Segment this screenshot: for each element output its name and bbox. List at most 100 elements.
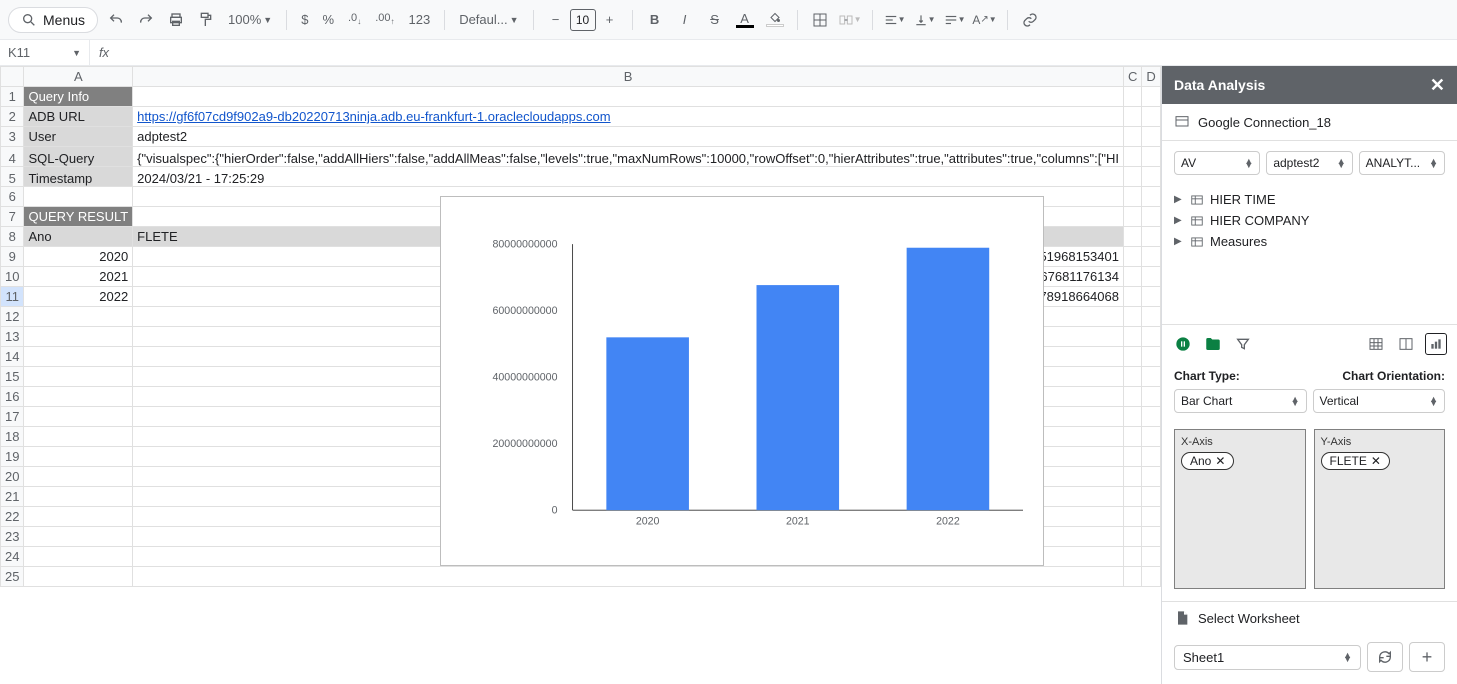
row-header-7[interactable]: 7 <box>1 207 24 227</box>
cell-E6[interactable] <box>1160 187 1161 207</box>
cell-A3[interactable]: User <box>24 127 133 147</box>
tree-item[interactable]: ▶Measures <box>1174 231 1445 252</box>
text-wrap-button[interactable]: ▼ <box>943 8 967 32</box>
cell-A2[interactable]: ADB URL <box>24 107 133 127</box>
cell-A19[interactable] <box>24 447 133 467</box>
x-axis-chip[interactable]: Ano✕ <box>1181 452 1234 470</box>
cell-E7[interactable] <box>1160 207 1161 227</box>
cell-A13[interactable] <box>24 327 133 347</box>
tree-item[interactable]: ▶HIER TIME <box>1174 189 1445 210</box>
cell-E15[interactable] <box>1160 367 1161 387</box>
name-box[interactable]: K11▼ <box>0 40 90 65</box>
redo-button[interactable] <box>134 8 158 32</box>
row-header-3[interactable]: 3 <box>1 127 24 147</box>
cell-E21[interactable] <box>1160 487 1161 507</box>
row-header-5[interactable]: 5 <box>1 167 24 187</box>
cell-C3[interactable] <box>1123 127 1141 147</box>
adb-url-link[interactable]: https://gf6f07cd9f902a9-db20220713ninja.… <box>137 109 610 124</box>
cell-C21[interactable] <box>1123 487 1141 507</box>
merge-cells-button[interactable]: ▼ <box>838 8 862 32</box>
row-header-17[interactable]: 17 <box>1 407 24 427</box>
y-axis-dropzone[interactable]: Y-Axis FLETE✕ <box>1314 429 1446 589</box>
cell-D6[interactable] <box>1142 187 1160 207</box>
chart-view-icon[interactable] <box>1425 333 1447 355</box>
cell-D23[interactable] <box>1142 527 1160 547</box>
font-size-decrease[interactable]: − <box>544 8 568 32</box>
spreadsheet-grid[interactable]: ABCDEFGHIJK1Query Info2ADB URLhttps://gf… <box>0 66 1161 684</box>
cell-C18[interactable] <box>1123 427 1141 447</box>
font-family-dropdown[interactable]: Defaul... ▼ <box>455 12 522 27</box>
cell-C1[interactable] <box>1123 87 1141 107</box>
cell-C14[interactable] <box>1123 347 1141 367</box>
cell-D20[interactable] <box>1142 467 1160 487</box>
cell-A16[interactable] <box>24 387 133 407</box>
row-header-21[interactable]: 21 <box>1 487 24 507</box>
row-header-16[interactable]: 16 <box>1 387 24 407</box>
col-header-C[interactable]: C <box>1123 67 1141 87</box>
cell-C24[interactable] <box>1123 547 1141 567</box>
cell-C25[interactable] <box>1123 567 1141 587</box>
cell-C15[interactable] <box>1123 367 1141 387</box>
italic-button[interactable]: I <box>673 8 697 32</box>
cell-D1[interactable] <box>1142 87 1160 107</box>
row-header-23[interactable]: 23 <box>1 527 24 547</box>
menus-search[interactable]: Menus <box>8 7 98 33</box>
text-rotation-button[interactable]: A↗ ▼ <box>973 8 997 32</box>
cell-C16[interactable] <box>1123 387 1141 407</box>
row-header-12[interactable]: 12 <box>1 307 24 327</box>
cell-D16[interactable] <box>1142 387 1160 407</box>
cell-E2[interactable] <box>1160 107 1161 127</box>
paint-format-button[interactable] <box>194 8 218 32</box>
cell-E18[interactable] <box>1160 427 1161 447</box>
currency-format-button[interactable]: $ <box>297 12 312 27</box>
cell-C17[interactable] <box>1123 407 1141 427</box>
cell-E16[interactable] <box>1160 387 1161 407</box>
cell-E14[interactable] <box>1160 347 1161 367</box>
cell-A20[interactable] <box>24 467 133 487</box>
connection-row[interactable]: Google Connection_18 <box>1162 104 1457 141</box>
cell-E19[interactable] <box>1160 447 1161 467</box>
cell-E24[interactable] <box>1160 547 1161 567</box>
col-header-B[interactable]: B <box>133 67 1124 87</box>
cell-D13[interactable] <box>1142 327 1160 347</box>
cell-E3[interactable] <box>1160 127 1161 147</box>
cell-B3[interactable]: adptest2 <box>133 127 1124 147</box>
cell-A8[interactable]: Ano <box>24 227 133 247</box>
cell-A22[interactable] <box>24 507 133 527</box>
font-size-increase[interactable]: + <box>598 8 622 32</box>
pause-icon[interactable] <box>1172 333 1194 355</box>
cell-D10[interactable] <box>1142 267 1160 287</box>
cell-A23[interactable] <box>24 527 133 547</box>
col-header-A[interactable]: A <box>24 67 133 87</box>
av-select[interactable]: AV▲▼ <box>1174 151 1260 175</box>
undo-button[interactable] <box>104 8 128 32</box>
cell-D12[interactable] <box>1142 307 1160 327</box>
filter-icon[interactable] <box>1232 333 1254 355</box>
remove-chip-icon[interactable]: ✕ <box>1371 454 1381 468</box>
row-header-20[interactable]: 20 <box>1 467 24 487</box>
cell-C11[interactable] <box>1123 287 1141 307</box>
tree-item[interactable]: ▶HIER COMPANY <box>1174 210 1445 231</box>
embedded-chart[interactable]: 0200000000004000000000060000000000800000… <box>440 196 1044 566</box>
pivot-view-icon[interactable] <box>1395 333 1417 355</box>
cell-A5[interactable]: Timestamp <box>24 167 133 187</box>
cell-D18[interactable] <box>1142 427 1160 447</box>
strikethrough-button[interactable]: S <box>703 8 727 32</box>
cell-A15[interactable] <box>24 367 133 387</box>
cell-C4[interactable] <box>1123 147 1141 167</box>
row-header-2[interactable]: 2 <box>1 107 24 127</box>
add-button[interactable]: + <box>1409 642 1445 672</box>
chart-type-select[interactable]: Bar Chart▲▼ <box>1174 389 1307 413</box>
cell-E5[interactable] <box>1160 167 1161 187</box>
cell-B25[interactable] <box>133 567 1124 587</box>
cell-D3[interactable] <box>1142 127 1160 147</box>
cell-B1[interactable] <box>133 87 1124 107</box>
more-formats-button[interactable]: 123 <box>404 12 434 27</box>
cell-A6[interactable] <box>24 187 133 207</box>
remove-chip-icon[interactable]: ✕ <box>1215 454 1225 468</box>
cell-C19[interactable] <box>1123 447 1141 467</box>
cell-C5[interactable] <box>1123 167 1141 187</box>
row-header-8[interactable]: 8 <box>1 227 24 247</box>
cell-C23[interactable] <box>1123 527 1141 547</box>
cell-E8[interactable] <box>1160 227 1161 247</box>
